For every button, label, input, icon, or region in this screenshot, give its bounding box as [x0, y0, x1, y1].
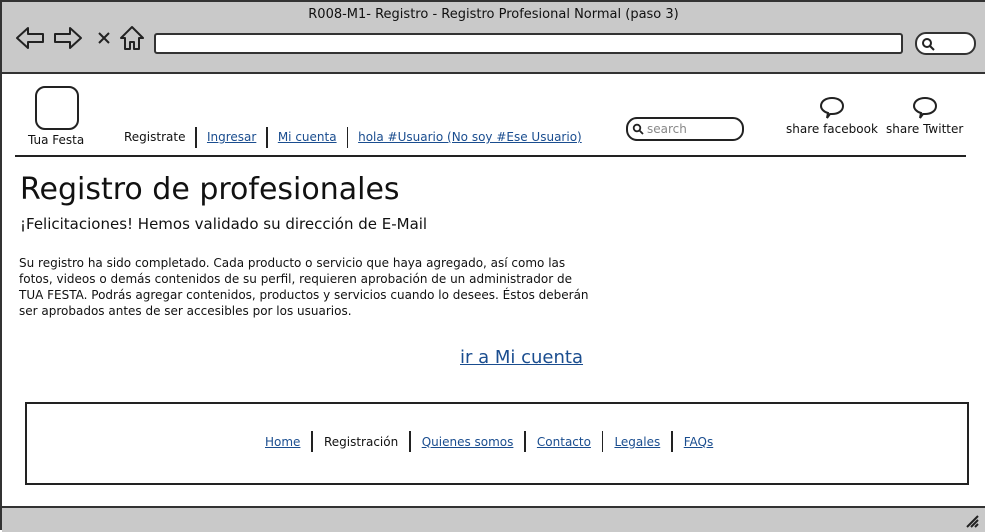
site-logo-label: Tua Festa: [28, 133, 85, 147]
footer-link-quienes-somos[interactable]: Quienes somos: [411, 435, 525, 449]
site-search-input[interactable]: search: [626, 117, 744, 141]
browser-chrome: R008-M1- Registro - Registro Profesional…: [2, 2, 985, 74]
footer-item-registracion: Registración: [323, 434, 399, 449]
site-logo[interactable]: [35, 86, 79, 130]
footer-link-legales[interactable]: Legales: [603, 435, 671, 449]
footer: Home Registración Quienes somos Contacto…: [25, 402, 969, 485]
registration-info-text: Su registro ha sido completado. Cada pro…: [19, 256, 589, 318]
share-facebook[interactable]: share facebook: [786, 96, 878, 136]
search-placeholder: search: [647, 122, 687, 136]
footer-nav: Home Registración Quienes somos Contacto…: [265, 431, 724, 452]
search-icon: [922, 38, 935, 51]
speech-bubble-icon: [819, 96, 844, 119]
status-bar: [2, 506, 985, 532]
close-icon: [98, 32, 110, 44]
share-twitter-label: share Twitter: [886, 122, 964, 136]
share-twitter[interactable]: share Twitter: [886, 96, 963, 136]
speech-bubble-icon: [912, 96, 937, 119]
forward-button[interactable]: [52, 22, 84, 54]
home-button[interactable]: [116, 22, 148, 54]
arrow-right-icon: [54, 27, 82, 49]
header-divider: [15, 155, 966, 157]
search-icon: [632, 123, 644, 135]
resize-grip-icon[interactable]: [963, 512, 979, 528]
share-facebook-label: share facebook: [786, 122, 878, 136]
back-button[interactable]: [14, 22, 46, 54]
footer-link-contacto[interactable]: Contacto: [526, 435, 602, 449]
nav-link-mi-cuenta[interactable]: Mi cuenta: [268, 130, 347, 144]
page-content: Tua Festa Registrate Ingresar Mi cuenta …: [2, 74, 985, 506]
window-title: R008-M1- Registro - Registro Profesional…: [308, 7, 679, 22]
nav-link-user-greeting[interactable]: hola #Usuario (No soy #Ese Usuario): [348, 130, 592, 144]
nav-item-registrate[interactable]: Registrate: [124, 130, 195, 144]
arrow-left-icon: [16, 27, 44, 49]
browser-search-field[interactable]: [915, 32, 976, 55]
go-to-my-account-link[interactable]: ir a Mi cuenta: [460, 347, 583, 368]
footer-link-home[interactable]: Home: [265, 435, 311, 449]
page-title: Registro de profesionales: [20, 172, 400, 207]
nav-link-ingresar[interactable]: Ingresar: [197, 130, 266, 144]
address-bar[interactable]: [154, 33, 903, 54]
home-icon: [120, 26, 144, 50]
browser-window: R008-M1- Registro - Registro Profesional…: [0, 0, 985, 532]
confirmation-message: ¡Felicitaciones! Hemos validado su direc…: [20, 215, 428, 233]
footer-link-faqs[interactable]: FAQs: [673, 435, 725, 449]
top-nav: Registrate Ingresar Mi cuenta hola #Usua…: [124, 126, 592, 148]
